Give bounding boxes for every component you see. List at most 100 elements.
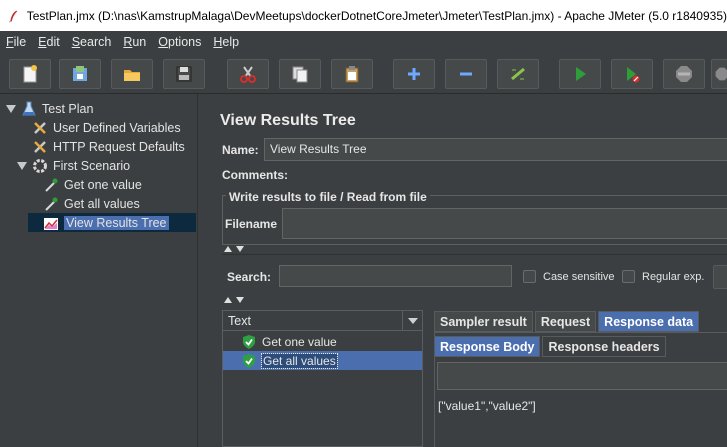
regular-exp-label: Regular exp. bbox=[642, 271, 705, 283]
name-field[interactable]: View Results Tree bbox=[264, 138, 727, 161]
play-no-pauses-icon bbox=[627, 67, 640, 83]
chevron-down-icon[interactable] bbox=[402, 311, 422, 330]
open-button[interactable] bbox=[111, 59, 153, 89]
response-tab[interactable]: Sampler result bbox=[434, 311, 533, 332]
shutdown-icon bbox=[715, 67, 727, 81]
menu-mnemonic: E bbox=[38, 34, 47, 49]
result-label: Get one value bbox=[262, 334, 337, 349]
collapse-arrows-icon-2[interactable] bbox=[222, 295, 248, 304]
tree-item[interactable]: User Defined Variables bbox=[17, 118, 196, 137]
menu-item[interactable]: Help bbox=[207, 35, 245, 49]
expand-all-button[interactable] bbox=[393, 59, 435, 89]
start-button[interactable] bbox=[559, 59, 601, 89]
search-button[interactable] bbox=[713, 265, 727, 289]
menu-label: elp bbox=[222, 34, 240, 49]
success-shield-icon bbox=[241, 353, 257, 369]
results-list-panel: Text Get one value Get all values bbox=[222, 310, 423, 447]
copy-icon bbox=[292, 66, 308, 83]
plus-icon bbox=[408, 68, 420, 80]
response-subtabs: Response Body Response headers bbox=[434, 336, 668, 357]
menu-item[interactable]: File bbox=[0, 35, 32, 49]
copy-button[interactable] bbox=[279, 59, 321, 89]
view-results-tree-panel: View Results Tree Name: View Results Tre… bbox=[212, 94, 727, 447]
minus-icon bbox=[460, 72, 472, 76]
start-no-pauses-button[interactable] bbox=[611, 59, 653, 89]
menu-bar: File Edit Search Run Options Help bbox=[0, 31, 727, 52]
toggle-button[interactable] bbox=[497, 59, 539, 89]
file-groupbox-title: Write results to file / Read from file bbox=[226, 190, 430, 204]
response-search-field[interactable] bbox=[437, 362, 727, 390]
paste-button[interactable] bbox=[331, 59, 373, 89]
tree-item[interactable]: HTTP Request Defaults bbox=[17, 137, 196, 156]
filename-label: Filename bbox=[225, 217, 278, 231]
response-subtab[interactable]: Response Body bbox=[434, 336, 541, 357]
tree-item[interactable]: First Scenario bbox=[17, 156, 196, 175]
play-icon bbox=[576, 67, 586, 81]
result-list-item[interactable]: Get all values bbox=[223, 351, 422, 370]
case-sensitive-checkbox[interactable] bbox=[523, 270, 536, 283]
comments-label: Comments: bbox=[222, 168, 289, 182]
wrench-icon bbox=[31, 119, 49, 137]
shutdown-button[interactable] bbox=[711, 59, 727, 89]
response-body-area bbox=[434, 392, 727, 447]
new-file-icon bbox=[23, 65, 37, 83]
response-subtab[interactable]: Response headers bbox=[542, 336, 666, 357]
tree-item[interactable]: Get all values bbox=[28, 194, 196, 213]
tree-item[interactable]: Get one value bbox=[28, 175, 196, 194]
menu-label: ptions bbox=[168, 34, 202, 49]
tree-item-label: Test Plan bbox=[42, 101, 94, 116]
tree-splitter[interactable] bbox=[198, 94, 212, 447]
success-shield-icon bbox=[241, 334, 257, 350]
chart-icon bbox=[42, 214, 60, 232]
response-tab[interactable]: Response data bbox=[598, 311, 700, 332]
renderer-dropdown[interactable]: Text bbox=[223, 311, 422, 331]
menu-mnemonic: F bbox=[6, 34, 14, 49]
pipette-icon bbox=[42, 195, 60, 213]
stop-button[interactable] bbox=[663, 59, 705, 89]
separator bbox=[222, 254, 727, 255]
menu-mnemonic: R bbox=[123, 34, 133, 49]
tree-item-label: View Results Tree bbox=[64, 215, 169, 230]
result-list-item[interactable]: Get one value bbox=[223, 332, 422, 351]
regular-exp-checkbox[interactable] bbox=[622, 270, 635, 283]
menu-item[interactable]: Search bbox=[66, 35, 118, 49]
collapse-all-button[interactable] bbox=[445, 59, 487, 89]
menu-label: un bbox=[132, 34, 147, 49]
pipette-icon bbox=[42, 176, 60, 194]
save-icon bbox=[176, 66, 192, 82]
stop-icon bbox=[676, 66, 692, 82]
collapse-arrows-icon[interactable] bbox=[222, 244, 248, 253]
cut-button[interactable] bbox=[227, 59, 269, 89]
expand-toggle-icon[interactable] bbox=[17, 161, 27, 171]
result-label: Get all values bbox=[261, 352, 338, 369]
menu-item[interactable]: Options bbox=[152, 35, 207, 49]
response-tab[interactable]: Request bbox=[534, 311, 597, 332]
save-button[interactable] bbox=[163, 59, 205, 89]
tree-item[interactable]: View Results Tree bbox=[28, 213, 196, 232]
wrench-icon bbox=[31, 138, 49, 156]
menu-item[interactable]: Run bbox=[117, 35, 152, 49]
tree-item-label: HTTP Request Defaults bbox=[53, 139, 185, 154]
jmeter-feather-icon bbox=[9, 10, 18, 22]
menu-label: ile bbox=[13, 34, 27, 49]
search-input[interactable] bbox=[279, 265, 512, 287]
renderer-selected: Text bbox=[228, 314, 251, 328]
tree-item[interactable]: Test Plan bbox=[6, 99, 196, 118]
gear-icon bbox=[31, 157, 49, 175]
filename-field[interactable] bbox=[282, 208, 727, 239]
tree-item-label: Get all values bbox=[64, 196, 140, 211]
menu-label: dit bbox=[46, 34, 60, 49]
tree-item-label: First Scenario bbox=[53, 158, 131, 173]
new-button[interactable] bbox=[9, 59, 51, 89]
expand-toggle-icon[interactable] bbox=[6, 104, 16, 114]
menu-item[interactable]: Edit bbox=[32, 35, 66, 49]
tree-item-label: Get one value bbox=[64, 177, 142, 192]
menu-label: earch bbox=[80, 34, 112, 49]
toolbar bbox=[0, 52, 727, 94]
menu-mnemonic: S bbox=[71, 34, 81, 49]
templates-button[interactable] bbox=[59, 59, 101, 89]
